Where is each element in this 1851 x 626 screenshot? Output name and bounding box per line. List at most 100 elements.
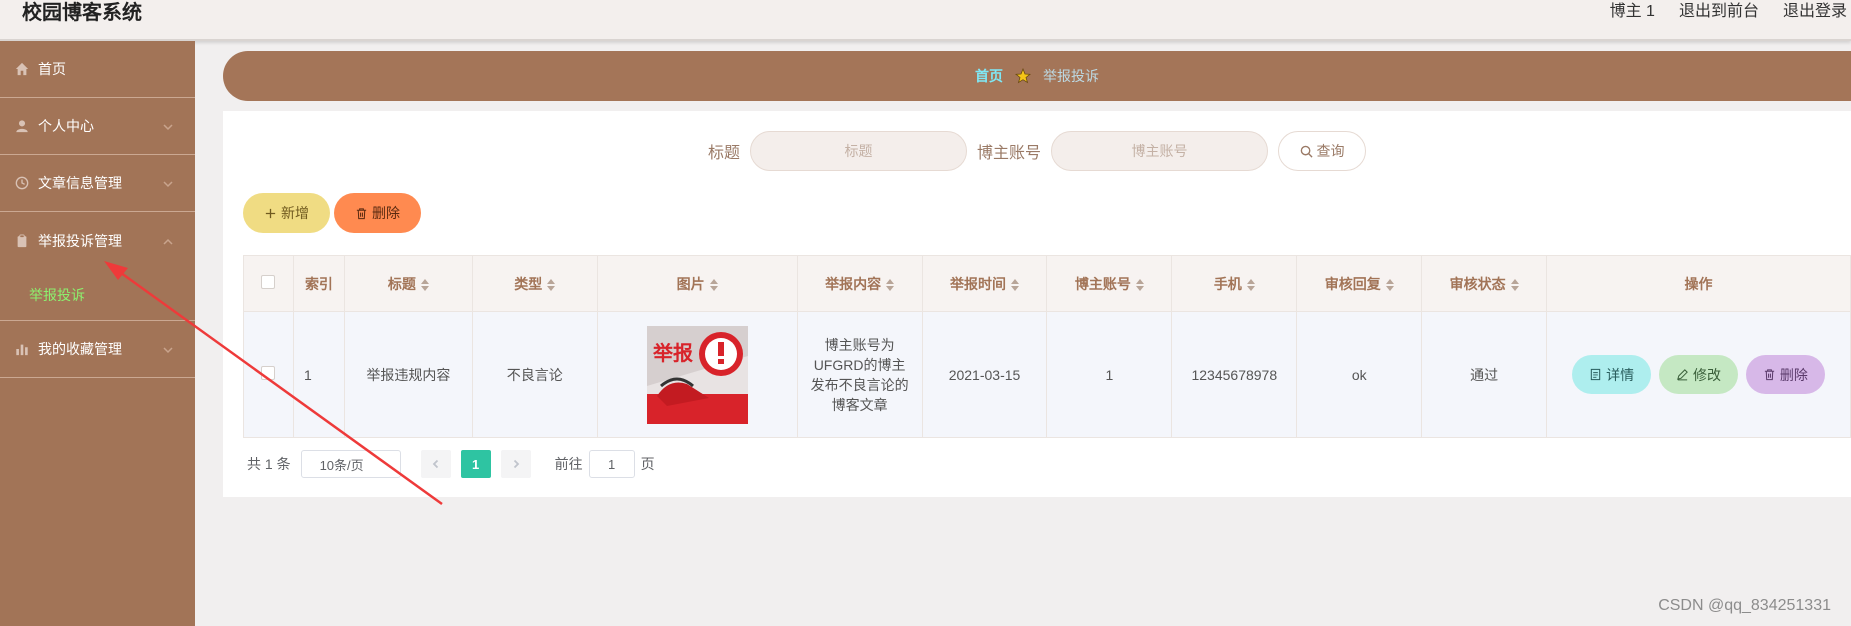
breadcrumb-current: 举报投诉 (1043, 68, 1099, 84)
detail-button-label: 详情 (1606, 366, 1635, 383)
sidebar-item-label: 举报投诉管理 (38, 232, 122, 249)
logout-link[interactable]: 退出登录 (1783, 0, 1847, 24)
app-title: 校园博客系统 (22, 2, 142, 24)
sort-icon[interactable] (1011, 278, 1019, 291)
sidebar-item-label: 我的收藏管理 (38, 341, 122, 357)
cell-type: 不良言论 (471, 311, 598, 438)
query-button[interactable]: 查询 (1278, 131, 1367, 171)
sort-icon[interactable] (1135, 278, 1144, 291)
sort-icon[interactable] (1385, 278, 1394, 291)
column-header[interactable]: 图片 (596, 255, 798, 312)
sidebar-item-favorites-management[interactable]: 我的收藏管理 (0, 321, 195, 378)
next-page-button[interactable] (500, 450, 531, 478)
goto-suffix: 页 (640, 456, 655, 472)
breadcrumb-home-link[interactable]: 首页 (975, 66, 1003, 86)
trash-icon (1764, 369, 1775, 381)
cell-account: 1 (1046, 311, 1173, 438)
clipboard-icon (14, 233, 30, 249)
sidebar-item-report-management[interactable]: 举报投诉管理 (0, 212, 195, 269)
chevron-down-icon (162, 343, 174, 355)
sort-icon[interactable] (547, 278, 556, 291)
sidebar: 首页 个人中心 文章信息管理 举报投诉管理 举报投诉 我的收藏管理 (0, 41, 195, 626)
title-search-label: 标题 (707, 145, 740, 162)
chevron-down-icon (162, 120, 174, 132)
cell-content: 博主账号为UFGRD的博主发布不良言论的博客文章 (796, 311, 923, 438)
top-bar: 校园博客系统 博主 1 退出到前台 退出登录 (0, 0, 1851, 41)
pagination: 共 1 条 10条/页 1 前往 页 (247, 450, 655, 478)
column-header[interactable]: 标题 (343, 255, 473, 312)
delete-button-label: 删除 (372, 205, 400, 221)
goto-page-input[interactable] (588, 450, 635, 478)
page-number-button[interactable]: 1 (460, 450, 491, 478)
exit-to-front-link[interactable]: 退出到前台 (1679, 0, 1759, 24)
chevron-down-icon (162, 177, 174, 189)
select-all-checkbox[interactable] (261, 275, 276, 289)
column-header[interactable]: 手机 (1171, 255, 1298, 312)
cell-status: 通过 (1421, 311, 1548, 438)
sort-icon[interactable] (1510, 278, 1519, 291)
cell-image: 举报 (596, 311, 798, 438)
add-button-label: 新增 (281, 205, 309, 221)
sidebar-item-label: 首页 (38, 61, 66, 77)
select-all-cell (243, 255, 294, 312)
user-label[interactable]: 博主 1 (1610, 0, 1655, 24)
column-header[interactable]: 举报时间 (921, 255, 1048, 312)
row-select-cell (243, 311, 294, 438)
top-right-menu: 博主 1 退出到前台 退出登录 (1610, 0, 1847, 24)
chevron-right-icon (513, 459, 519, 469)
main-panel: 标题 博主账号 查询 新增 删除 索引 标题 类型 图片 举报内容 举报时间 (223, 111, 1851, 497)
row-checkbox[interactable] (261, 366, 276, 380)
search-bar: 标题 博主账号 查询 (223, 131, 1851, 171)
report-image[interactable]: 举报 (646, 325, 748, 424)
document-icon (1590, 368, 1601, 381)
row-delete-button[interactable]: 删除 (1745, 355, 1825, 394)
chevron-up-icon (162, 235, 174, 247)
edit-button-label: 修改 (1693, 366, 1722, 383)
table-header-row: 索引 标题 类型 图片 举报内容 举报时间 博主账号 手机 审核回复 审核状态 … (243, 255, 1851, 312)
page-size-value: 10条/页 (319, 457, 364, 473)
batch-delete-button[interactable]: 删除 (334, 193, 421, 233)
row-delete-button-label: 删除 (1779, 366, 1808, 383)
prev-page-button[interactable] (420, 450, 451, 478)
pagination-total: 共 1 条 (247, 456, 291, 472)
chevron-left-icon (432, 459, 438, 469)
sort-icon[interactable] (1246, 278, 1255, 291)
plus-icon (265, 208, 276, 218)
home-icon (14, 61, 30, 77)
bar-chart-icon (14, 341, 30, 357)
column-header: 索引 (292, 255, 345, 312)
title-search-input[interactable] (750, 131, 967, 171)
clock-icon (14, 175, 30, 191)
sort-icon[interactable] (420, 278, 429, 291)
sort-icon[interactable] (709, 278, 718, 291)
sidebar-subitem-report[interactable]: 举报投诉 (0, 269, 195, 321)
report-table: 索引 标题 类型 图片 举报内容 举报时间 博主账号 手机 审核回复 审核状态 … (243, 255, 1851, 438)
search-icon (1300, 145, 1313, 158)
cell-title: 举报违规内容 (343, 311, 473, 438)
cell-time: 2021-03-15 (921, 311, 1048, 438)
column-header[interactable]: 审核回复 (1296, 255, 1423, 312)
user-icon (14, 118, 30, 134)
sidebar-item-article-management[interactable]: 文章信息管理 (0, 155, 195, 212)
sort-icon[interactable] (886, 278, 895, 291)
cell-phone: 12345678978 (1171, 311, 1298, 438)
column-header[interactable]: 博主账号 (1046, 255, 1173, 312)
breadcrumb: 首页 举报投诉 (223, 51, 1851, 101)
sidebar-item-label: 文章信息管理 (38, 175, 122, 191)
detail-button[interactable]: 详情 (1572, 355, 1652, 394)
column-header: 操作 (1546, 255, 1851, 312)
edit-button[interactable]: 修改 (1659, 355, 1739, 394)
add-button[interactable]: 新增 (243, 193, 330, 233)
account-search-input[interactable] (1051, 131, 1269, 171)
column-header[interactable]: 类型 (471, 255, 598, 312)
sidebar-item-personal-center[interactable]: 个人中心 (0, 98, 195, 155)
sidebar-item-home[interactable]: 首页 (0, 41, 195, 98)
page-size-select[interactable]: 10条/页 (300, 450, 401, 478)
edit-icon (1677, 369, 1688, 381)
column-header[interactable]: 举报内容 (796, 255, 923, 312)
table-row: 1 举报违规内容 不良言论 举报 博主账号为UFGRD的博主发布不良言论的博客文… (243, 311, 1851, 438)
goto-prefix: 前往 (554, 456, 583, 472)
column-header[interactable]: 审核状态 (1421, 255, 1548, 312)
star-icon (1015, 68, 1031, 84)
trash-icon (356, 207, 367, 219)
